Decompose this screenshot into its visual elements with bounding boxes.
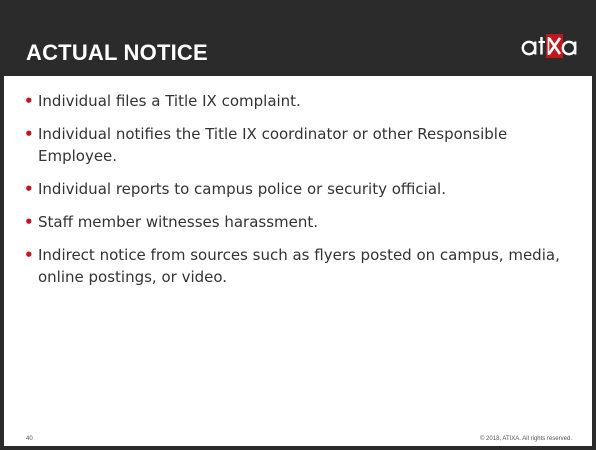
atixa-logo: [521, 34, 577, 58]
bullet-icon: •: [24, 246, 34, 264]
bullet-text: Staff member witnesses harassment.: [38, 213, 319, 231]
page-number: 40: [26, 436, 33, 442]
slide-title: ACTUAL NOTICE: [26, 40, 208, 65]
bullet-icon: •: [24, 180, 34, 198]
bullet-icon: •: [24, 125, 34, 143]
list-item: • Staff member witnesses harassment.: [24, 211, 580, 233]
slide-header: ACTUAL NOTICE: [4, 4, 592, 76]
bullet-text: Individual reports to campus police or s…: [38, 180, 446, 198]
copyright-notice: © 2018, ATIXA. All rights reserved.: [479, 436, 572, 442]
slide-content: • Individual files a Title IX complaint.…: [24, 90, 580, 299]
bullet-text: Individual notifies the Title IX coordin…: [38, 125, 508, 165]
slide: ACTUAL NOTICE • Individual files a Title…: [0, 0, 596, 450]
list-item: • Individual notifies the Title IX coord…: [24, 123, 580, 167]
list-item: • Indirect notice from sources such as f…: [24, 244, 580, 288]
bullet-list: • Individual files a Title IX complaint.…: [24, 90, 580, 288]
bullet-icon: •: [24, 92, 34, 110]
bullet-text: Indirect notice from sources such as fly…: [38, 246, 560, 286]
list-item: • Individual files a Title IX complaint.: [24, 90, 580, 112]
bullet-icon: •: [24, 213, 34, 231]
list-item: • Individual reports to campus police or…: [24, 178, 580, 200]
bullet-text: Individual files a Title IX complaint.: [38, 92, 301, 110]
